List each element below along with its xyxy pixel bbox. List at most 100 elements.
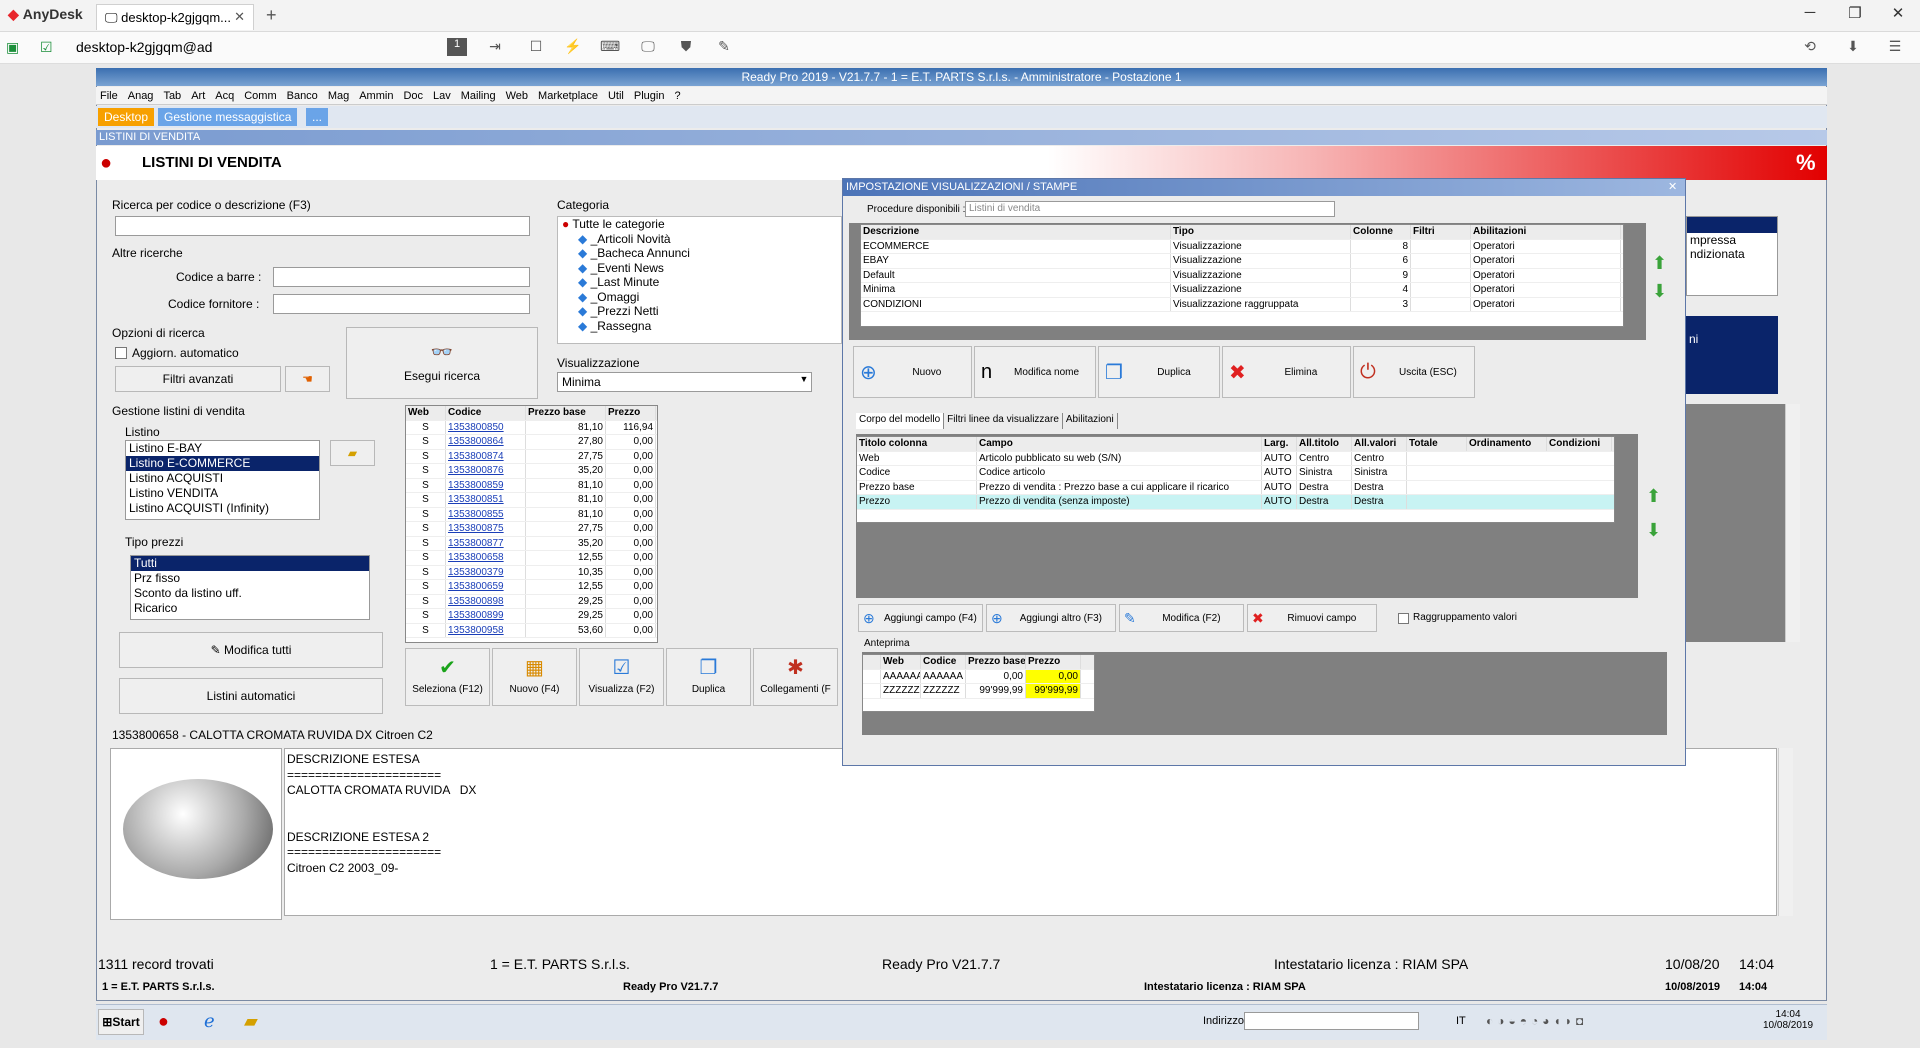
pricetype-item[interactable]: Sconto da listino uff. bbox=[131, 586, 369, 601]
column-header[interactable]: Prezzo bbox=[606, 406, 656, 420]
column-header[interactable]: Campo bbox=[977, 437, 1262, 451]
pricetype-list[interactable]: Tutti Prz fisso Sconto da listino uff. Rica… bbox=[130, 555, 370, 620]
category-item[interactable]: ◆ _Prezzi Netti bbox=[558, 304, 841, 319]
table-row[interactable]: ECOMMERCE Visualizzazione 8 Operatori bbox=[861, 239, 1623, 254]
column-header[interactable]: All.titolo bbox=[1297, 437, 1352, 451]
column-header[interactable]: Condizioni bbox=[1547, 437, 1612, 451]
table-row[interactable]: EBAY Visualizzazione 6 Operatori bbox=[861, 254, 1623, 269]
category-item[interactable]: ◆ _Rassegna bbox=[558, 319, 841, 334]
procedure-select[interactable]: Listini di vendita bbox=[965, 201, 1335, 217]
history-icon[interactable]: ⟲ bbox=[1800, 38, 1820, 56]
restore-button[interactable]: ❐ bbox=[1835, 4, 1875, 22]
tab-more[interactable]: ... bbox=[306, 108, 329, 126]
category-item[interactable]: ◆ _Bacheca Annunci bbox=[558, 246, 841, 261]
field-up-icon[interactable]: ⬆ bbox=[1646, 486, 1661, 507]
category-item[interactable]: ◆ _Eventi News bbox=[558, 261, 841, 276]
table-row[interactable]: S 1353800877 35,20 0,00 bbox=[406, 536, 657, 551]
download-icon[interactable]: ⬇ bbox=[1843, 38, 1863, 56]
table-row[interactable]: Minima Visualizzazione 4 Operatori bbox=[861, 283, 1623, 298]
table-row[interactable]: S 1353800850 81,10 116,94 bbox=[406, 420, 657, 435]
action-button[interactable]: ✔ Seleziona (F12) bbox=[405, 648, 490, 706]
pricetype-item[interactable]: Ricarico bbox=[131, 601, 369, 616]
menu-item[interactable]: Anag bbox=[128, 90, 154, 102]
field-button[interactable]: ⊕ Aggiungi altro (F3) bbox=[986, 604, 1116, 632]
arrow-up-icon[interactable]: ⬆ bbox=[1652, 253, 1667, 274]
table-row[interactable]: Prezzo base Prezzo di vendita : Prezzo ba… bbox=[857, 480, 1614, 495]
articles-grid[interactable]: Web Codice Prezzo base Prezzo S 1353800850 81,… bbox=[405, 405, 658, 643]
column-header[interactable]: Colonne bbox=[1351, 225, 1411, 239]
start-button[interactable]: ⊞Start bbox=[98, 1009, 144, 1035]
close-button[interactable]: ✕ bbox=[1878, 4, 1918, 22]
column-header[interactable]: Tipo bbox=[1171, 225, 1351, 239]
arrow-down-icon[interactable]: ⬇ bbox=[1652, 281, 1667, 302]
listino-item[interactable]: Listino VENDITA bbox=[126, 486, 319, 501]
category-item[interactable]: ◆ _Omaggi bbox=[558, 290, 841, 305]
fields-grid[interactable]: Titolo colonna Campo Larg. All.titolo All.va… bbox=[856, 436, 1615, 523]
menu-item[interactable]: Tab bbox=[163, 90, 181, 102]
anydesk-session-tab[interactable]: 🖵 desktop-k2gjgqm... ✕ bbox=[96, 4, 254, 30]
barcode-input[interactable] bbox=[273, 267, 530, 287]
table-row[interactable]: Prezzo Prezzo di vendita (senza imposte) A… bbox=[857, 495, 1614, 510]
menu-item[interactable]: File bbox=[100, 90, 118, 102]
table-row[interactable]: Codice Codice articolo AUTO Sinistra Sinistr… bbox=[857, 466, 1614, 481]
right-scrollbar[interactable] bbox=[1785, 404, 1800, 642]
dialog-button[interactable]: ⏻ Uscita (ESC) bbox=[1353, 346, 1475, 398]
action-button[interactable]: ✱ Collegamenti (F bbox=[753, 648, 838, 706]
detail-scrollbar[interactable] bbox=[1778, 748, 1793, 916]
search-input[interactable] bbox=[115, 216, 530, 236]
close-tab-icon[interactable]: ✕ bbox=[234, 9, 245, 25]
menu-item[interactable]: Ammin bbox=[359, 90, 393, 102]
filter-hand-icon[interactable]: ☚ bbox=[285, 366, 330, 392]
column-header[interactable]: Web bbox=[881, 655, 921, 669]
dialog-tab[interactable]: Filtri linee da visualizzare bbox=[944, 413, 1063, 429]
table-row[interactable]: CONDIZIONI Visualizzazione raggruppata 3 Op… bbox=[861, 297, 1623, 312]
readypro-taskbar-icon[interactable]: ● bbox=[158, 1011, 169, 1032]
dialog-button[interactable]: ⊕ Nuovo bbox=[853, 346, 972, 398]
column-header[interactable]: Prezzo base bbox=[526, 406, 606, 420]
listino-item[interactable]: Listino E-BAY bbox=[126, 441, 319, 456]
new-tab-button[interactable]: + bbox=[266, 5, 277, 26]
category-item[interactable]: ◆ _Last Minute bbox=[558, 275, 841, 290]
pen-icon[interactable]: ✎ bbox=[714, 38, 734, 56]
pricetype-item[interactable]: Tutti bbox=[131, 556, 369, 571]
keyboard-icon[interactable]: ⌨ bbox=[600, 38, 620, 56]
menu-item[interactable]: Mag bbox=[328, 90, 349, 102]
listino-item[interactable]: Listino ACQUISTI bbox=[126, 471, 319, 486]
menu-item[interactable]: Mailing bbox=[461, 90, 496, 102]
listino-list[interactable]: Listino E-BAY Listino E-COMMERCE Listino A… bbox=[125, 440, 320, 520]
field-down-icon[interactable]: ⬇ bbox=[1646, 520, 1661, 541]
menu-item[interactable]: Lav bbox=[433, 90, 451, 102]
column-header[interactable]: Prezzo base bbox=[966, 655, 1026, 669]
minimize-button[interactable]: ─ bbox=[1790, 4, 1830, 21]
language-indicator[interactable]: IT bbox=[1456, 1015, 1466, 1027]
column-header[interactable]: Ordinamento bbox=[1467, 437, 1547, 451]
address-text[interactable]: desktop-k2gjgqm@ad bbox=[76, 39, 212, 55]
explorer-icon[interactable]: ▰ bbox=[244, 1011, 258, 1032]
models-grid[interactable]: Descrizione Tipo Colonne Filtri Abilitazioni… bbox=[860, 224, 1624, 327]
column-header[interactable]: Codice bbox=[921, 655, 966, 669]
permissions-icon[interactable]: ⛊ bbox=[676, 38, 696, 56]
menu-item[interactable]: Art bbox=[191, 90, 205, 102]
view-select[interactable]: Minima bbox=[557, 372, 812, 392]
column-header[interactable] bbox=[863, 655, 881, 669]
table-row[interactable]: S 1353800851 81,10 0,00 bbox=[406, 493, 657, 508]
transfer-icon[interactable]: ⇥ bbox=[485, 38, 505, 56]
right-list[interactable]: mpressa ndizionata bbox=[1686, 216, 1778, 296]
menu-item[interactable]: Plugin bbox=[634, 90, 665, 102]
table-row[interactable]: Default Visualizzazione 9 Operatori bbox=[861, 268, 1623, 283]
action-button[interactable]: ❐ Duplica bbox=[666, 648, 751, 706]
menu-item[interactable]: ? bbox=[674, 90, 680, 102]
table-row[interactable]: S 1353800379 10,35 0,00 bbox=[406, 565, 657, 580]
table-row[interactable]: S 1353800874 27,75 0,00 bbox=[406, 449, 657, 464]
display-icon[interactable]: 🖵 bbox=[638, 38, 658, 56]
menu-item[interactable]: Banco bbox=[287, 90, 318, 102]
column-header[interactable]: Prezzo bbox=[1026, 655, 1081, 669]
dialog-tab[interactable]: Abilitazioni bbox=[1063, 413, 1118, 429]
category-tree[interactable]: ● Tutte le categorie ◆ _Articoli Novità ◆ … bbox=[557, 216, 842, 344]
table-row[interactable]: S 1353800859 81,10 0,00 bbox=[406, 478, 657, 493]
tab-desktop[interactable]: Desktop bbox=[98, 108, 155, 126]
field-button[interactable]: ✎ Modifica (F2) bbox=[1119, 604, 1244, 632]
table-row[interactable]: S 1353800658 12,55 0,00 bbox=[406, 551, 657, 566]
field-button[interactable]: ⊕ Aggiungi campo (F4) bbox=[858, 604, 983, 632]
menu-item[interactable]: Marketplace bbox=[538, 90, 598, 102]
